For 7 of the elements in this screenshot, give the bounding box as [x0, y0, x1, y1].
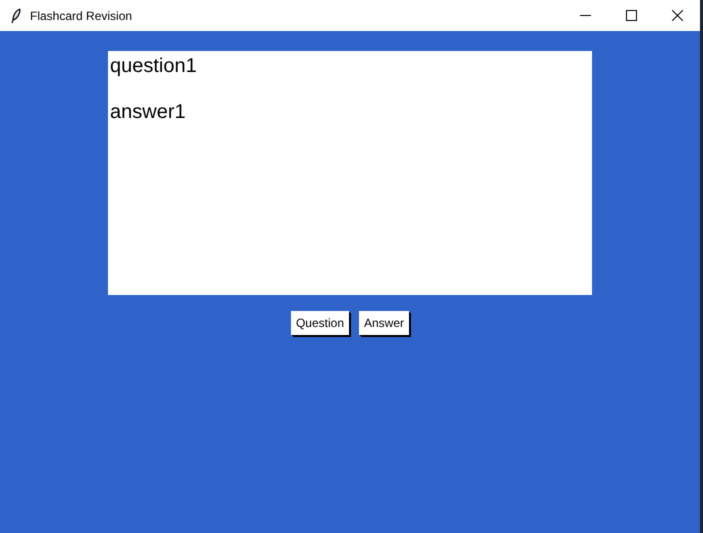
close-icon — [672, 10, 682, 21]
window-title: Flashcard Revision — [30, 8, 132, 24]
flashcard-button[interactable]: Question — [290, 311, 349, 335]
text-area[interactable]: question1 answer1 — [108, 51, 592, 295]
flashcard-button[interactable]: Answer — [359, 311, 410, 335]
feather-icon — [10, 8, 22, 24]
maximize-icon — [626, 10, 636, 21]
